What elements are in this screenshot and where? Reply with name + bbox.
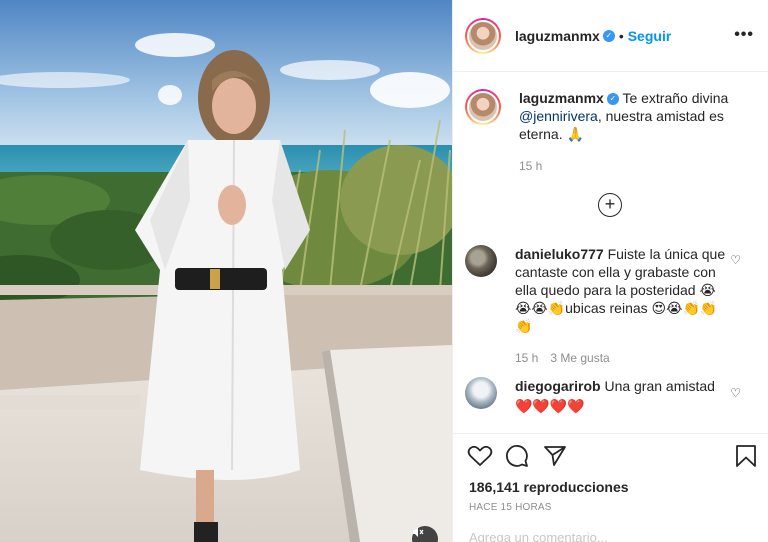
view-count[interactable]: 186,141 reproducciones: [469, 478, 629, 496]
video-frame: [0, 0, 452, 542]
comments-list: laguzmanmx ✓ Te extraño divina @jennirive…: [453, 73, 768, 433]
caption-author-avatar[interactable]: [465, 89, 501, 125]
comment-time[interactable]: 15 h: [515, 351, 538, 365]
post-actions: 186,141 reproducciones HACE 15 HORAS Agr…: [453, 433, 768, 542]
follow-button[interactable]: Seguir: [628, 28, 672, 44]
author-avatar[interactable]: [465, 17, 501, 54]
paper-plane-icon[interactable]: [543, 444, 567, 468]
comment-username[interactable]: diegogarirob: [515, 378, 601, 394]
add-comment-input[interactable]: Agrega un comentario...: [469, 530, 608, 542]
verified-badge-icon: ✓: [606, 93, 619, 106]
post-video[interactable]: [0, 0, 452, 542]
comment-text: diegogarirob Una gran amistad: [515, 377, 729, 395]
commenter-avatar[interactable]: [465, 245, 497, 277]
caption-mention[interactable]: @jennirivera: [519, 108, 598, 124]
comment-meta: 15 h 3 Me gusta: [515, 349, 729, 367]
more-options-icon[interactable]: •••: [734, 26, 754, 44]
like-comment-heart-icon[interactable]: ♡: [730, 253, 741, 267]
comment-body: danieluko777 Fuiste la única que cantast…: [515, 245, 729, 367]
bookmark-icon[interactable]: [735, 444, 757, 468]
heart-outline-icon[interactable]: [467, 444, 493, 468]
comment-username[interactable]: danieluko777: [515, 246, 604, 262]
comment-content: Una gran amistad: [604, 378, 715, 394]
post-header: laguzmanmx ✓ • Seguir •••: [453, 0, 768, 72]
caption-username[interactable]: laguzmanmx: [519, 90, 604, 106]
separator-dot: •: [618, 27, 624, 44]
verified-badge-icon: ✓: [602, 29, 615, 42]
comment-bubble-icon[interactable]: [505, 444, 529, 468]
author-info: laguzmanmx ✓ • Seguir: [515, 28, 671, 44]
commenter-avatar[interactable]: [465, 377, 497, 409]
comment-text: danieluko777 Fuiste la única que cantast…: [515, 245, 729, 335]
load-more-comments-button[interactable]: +: [598, 193, 622, 217]
comment-item: danieluko777 Fuiste la única que cantast…: [465, 245, 729, 367]
comment-likes[interactable]: 3 Me gusta: [550, 351, 609, 365]
speaker-muted-icon: [413, 527, 424, 537]
caption-text-before: Te extraño divina: [622, 90, 729, 106]
caption-time[interactable]: 15 h: [519, 159, 542, 173]
comment-body: diegogarirob Una gran amistad ❤️❤️❤️❤️: [515, 377, 729, 415]
post-timestamp[interactable]: HACE 15 HORAS: [469, 502, 552, 513]
comment-emojis: ❤️❤️❤️❤️: [515, 398, 585, 414]
author-username[interactable]: laguzmanmx: [515, 28, 600, 44]
like-comment-heart-icon[interactable]: ♡: [730, 386, 741, 400]
caption-body: laguzmanmx ✓ Te extraño divina @jennirive…: [519, 89, 733, 175]
caption: laguzmanmx ✓ Te extraño divina @jennirive…: [465, 89, 733, 175]
caption-meta: 15 h: [519, 157, 733, 175]
post-details-panel: laguzmanmx ✓ • Seguir ••• laguzmanmx ✓ Te…: [452, 0, 768, 542]
comment-item: diegogarirob Una gran amistad ❤️❤️❤️❤️: [465, 377, 729, 415]
plus-circle-icon: +: [604, 194, 616, 214]
caption-text: laguzmanmx ✓ Te extraño divina @jennirive…: [519, 89, 733, 143]
